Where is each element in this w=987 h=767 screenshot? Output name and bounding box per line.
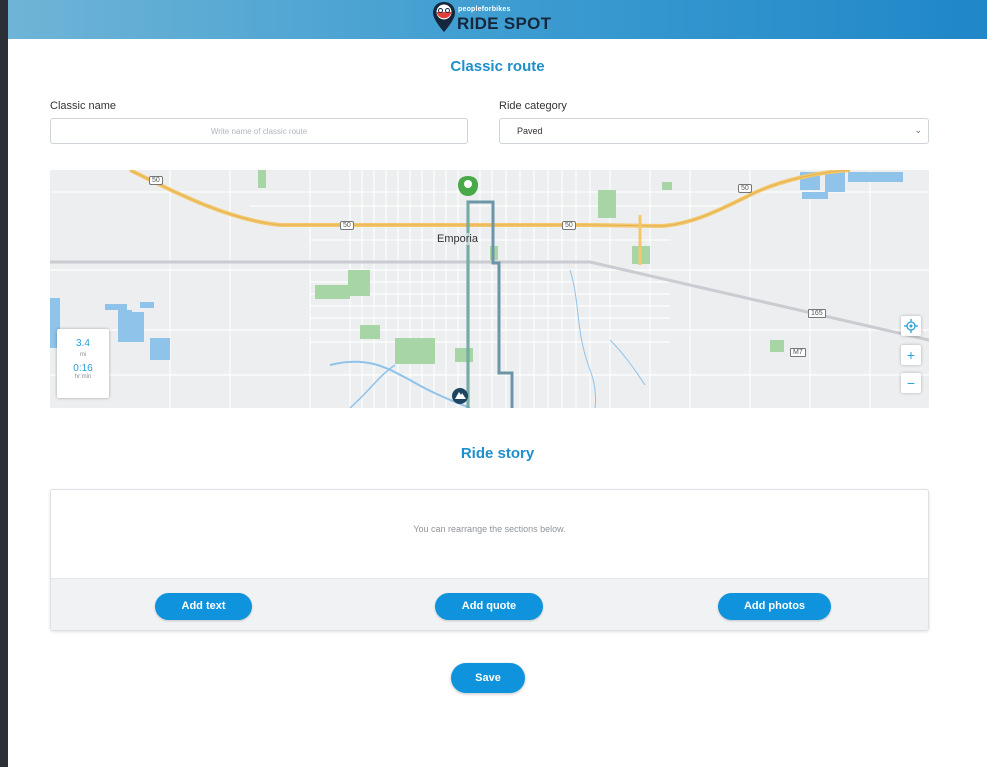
header-bar: peopleforbikes RIDE SPOT	[8, 0, 987, 39]
highway-shield: 50	[340, 221, 354, 230]
end-marker-icon[interactable]	[452, 388, 468, 404]
time-value: 0:16	[73, 363, 93, 374]
add-text-button[interactable]: Add text	[155, 593, 252, 620]
zoom-out-button[interactable]: −	[901, 373, 921, 393]
story-actions-bar: Add text Add quote Add photos	[51, 578, 928, 630]
location-pin-logo-icon	[433, 2, 455, 32]
highway-shield: 50	[149, 176, 163, 185]
brand-name: RIDE SPOT	[457, 14, 552, 33]
ride-category-value: Paved	[517, 126, 543, 136]
ride-story-panel: You can rearrange the sections below. Ad…	[50, 489, 929, 631]
locate-button[interactable]	[901, 316, 921, 336]
chevron-down-icon: ⌄	[914, 125, 922, 135]
route-shield: M7	[790, 348, 806, 357]
zoom-in-button[interactable]: +	[901, 345, 921, 365]
ride-category-label: Ride category	[499, 100, 567, 112]
map-canvas[interactable]	[50, 170, 929, 408]
ride-story-title: Ride story	[460, 445, 535, 462]
distance-value: 3.4	[76, 338, 90, 349]
city-label: Emporia	[437, 233, 478, 245]
start-marker-icon[interactable]	[458, 176, 478, 196]
ride-category-select[interactable]: Paved ⌄	[499, 118, 929, 144]
time-unit: hr:min	[74, 374, 92, 380]
rearrange-hint: You can rearrange the sections below.	[413, 524, 566, 534]
add-quote-button[interactable]: Add quote	[435, 593, 543, 620]
add-photos-button[interactable]: Add photos	[718, 593, 831, 620]
brand-tagline: peopleforbikes	[458, 6, 511, 13]
highway-shield: 50	[738, 184, 752, 193]
route-shield: 165	[808, 309, 826, 318]
app-window: peopleforbikes RIDE SPOT Classic route C…	[8, 0, 987, 767]
classic-name-label: Classic name	[50, 100, 117, 112]
classic-name-input[interactable]	[50, 118, 468, 144]
highway-shield: 50	[562, 221, 576, 230]
crosshair-icon	[904, 319, 918, 333]
route-stats-panel: 3.4 mi 0:16 hr:min	[57, 329, 109, 398]
route-map[interactable]: Emporia 50 50 50 50 165 M7 3.4 mi 0:16 h…	[50, 170, 929, 408]
save-button[interactable]: Save	[451, 663, 525, 693]
distance-unit: mi	[79, 352, 87, 358]
classic-route-title: Classic route	[450, 58, 545, 75]
